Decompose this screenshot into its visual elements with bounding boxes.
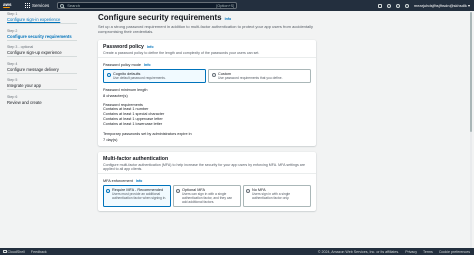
tile-content: Cognito defaults Use default password re… [113, 72, 166, 80]
card-body: MFA enforcement Info Require MFA - Recom… [98, 174, 316, 211]
search-placeholder: Search [67, 3, 80, 8]
tile-content: Require MFA - Recommended Users must pro… [112, 188, 168, 204]
main-content: Configure security requirements Info Set… [98, 13, 320, 211]
tile-description: Users must provide an additional authent… [112, 192, 167, 200]
card-title-text: Multi-factor authentication [103, 156, 169, 162]
tile-no-mfa[interactable]: No MFA Users sign in with a single authe… [243, 185, 311, 207]
tile-content: Custom Use password requirements that yo… [218, 72, 283, 80]
radio-unselected-icon[interactable] [212, 72, 216, 77]
temp-password-expiry-label: Temporary passwords set by administrator… [103, 132, 192, 136]
min-length-label: Password minimum length [103, 88, 148, 92]
search-icon [60, 3, 65, 8]
field-label: Password policy mode Info [103, 63, 311, 67]
card-body: Password policy mode Info Cognito defaul… [98, 58, 316, 146]
mfa-enforcement-label: MFA enforcement [103, 179, 133, 183]
console-footer: CloudShell Feedback © 2024, Amazon Web S… [0, 248, 474, 255]
card-title-text: Password policy [103, 44, 144, 50]
tile-description: Use password requirements that you defin… [218, 76, 283, 80]
card-subtitle: Create a password policy to define the l… [103, 51, 260, 55]
tile-description: Use default password requirements. [113, 76, 166, 80]
radio-selected-icon[interactable] [107, 72, 111, 77]
step-current: Configure security requirements [7, 33, 72, 39]
tile-content: No MFA Users sign in with a single authe… [252, 188, 308, 204]
search-shortcut: [Option+S] [216, 3, 235, 8]
mfa-enforcement-tiles: Require MFA - Recommended Users must pro… [103, 185, 311, 207]
mfa-card: Multi-factor authentication Configure mu… [98, 152, 316, 211]
settings-gear-icon[interactable] [404, 3, 409, 8]
footer-left: CloudShell Feedback [3, 249, 47, 254]
cloudshell-icon [3, 249, 7, 253]
step-link[interactable]: Configure sign-in experience [7, 17, 87, 22]
help-icon[interactable] [395, 3, 400, 8]
password-mode-info-link[interactable]: Info [144, 63, 151, 67]
tile-description: Users can sign in with a single authenti… [182, 192, 233, 204]
aws-logo-text: aws [3, 1, 12, 7]
step-6: Step 6 Review and create [7, 95, 87, 105]
page-description: Set up a strong password requirement in … [98, 24, 314, 34]
account-menu-button[interactable]: mearjuhdsjfhsjfhsdn@skhsdlk ▾ [414, 3, 470, 8]
step-divider [7, 72, 77, 73]
top-navigation: aws Services Search [Option+S] mearjuhds… [0, 0, 474, 11]
tile-optional-mfa[interactable]: Optional MFA Users can sign in with a si… [173, 185, 241, 207]
wizard-steps: Step 1 Configure sign-in experience Step… [7, 12, 87, 110]
radio-selected-icon[interactable] [106, 188, 110, 193]
aws-logo[interactable]: aws [3, 1, 15, 9]
step-title: Integrate your app [7, 83, 41, 88]
services-label: Services [32, 3, 50, 8]
aws-smile-icon [3, 7, 10, 9]
page-scrollbar-thumb[interactable] [470, 12, 472, 132]
field-label: MFA enforcement Info [103, 179, 311, 183]
card-header: Multi-factor authentication Configure mu… [98, 152, 316, 174]
notifications-bell-icon[interactable] [386, 3, 391, 8]
cloudshell-icon[interactable] [377, 3, 382, 8]
step-title: Configure message delivery [7, 66, 59, 72]
step-divider [7, 89, 77, 90]
nav-right-controls: mearjuhdsjfhsjfhsdn@skhsdlk ▾ [377, 0, 470, 11]
radio-unselected-icon[interactable] [246, 188, 250, 193]
step-divider [7, 23, 77, 24]
step-5: Step 5 Integrate your app [7, 78, 87, 90]
step-title: Review and create [7, 99, 42, 105]
radio-unselected-icon[interactable] [176, 188, 180, 193]
privacy-link[interactable]: Privacy [405, 250, 417, 254]
card-subtitle: Configure multi-factor authentication (M… [103, 163, 305, 171]
password-mode-label: Password policy mode [103, 63, 141, 67]
tile-require-mfa[interactable]: Require MFA - Recommended Users must pro… [103, 185, 171, 207]
step-divider [7, 56, 77, 57]
password-policy-card: Password policy Info Create a password p… [98, 40, 316, 146]
password-policy-info-link[interactable]: Info [147, 45, 154, 49]
services-menu-button[interactable]: Services [25, 3, 49, 8]
page-info-link[interactable]: Info [225, 17, 232, 21]
step-title: Configure sign-up experience [7, 50, 62, 55]
temp-password-expiry-value: 7 day(s) [103, 137, 118, 142]
step-4: Step 4 Configure message delivery [7, 62, 87, 73]
footer-right: © 2024, Amazon Web Services, Inc. or its… [318, 250, 470, 254]
step-3: Step 3 - optional Configure sign-up expe… [7, 45, 87, 57]
cookie-preferences-link[interactable]: Cookie preferences [439, 250, 470, 254]
step-2: Step 2 Configure security requirements [7, 29, 87, 40]
feedback-link[interactable]: Feedback [31, 250, 47, 254]
mfa-enforcement-info-link[interactable]: Info [136, 179, 143, 183]
page-title-text: Configure security requirements [98, 13, 222, 22]
copyright-text: © 2024, Amazon Web Services, Inc. or its… [317, 249, 400, 254]
password-mode-tiles: Cognito defaults Use default password re… [103, 69, 311, 83]
tile-content: Optional MFA Users can sign in with a si… [182, 188, 238, 204]
services-grid-icon [25, 3, 30, 8]
step-1: Step 1 Configure sign-in experience [7, 12, 87, 24]
tile-custom[interactable]: Custom Use password requirements that yo… [208, 69, 311, 83]
card-header: Password policy Info Create a password p… [98, 40, 316, 58]
card-title: Password policy Info [103, 44, 311, 50]
tile-description: Users sign in with a single authenticati… [252, 192, 291, 200]
terms-link[interactable]: Terms [423, 250, 433, 254]
search-input[interactable]: Search [Option+S] [57, 2, 238, 9]
cloudshell-label: CloudShell [7, 249, 25, 254]
step-divider [7, 39, 77, 40]
page-title: Configure security requirements Info [98, 13, 320, 22]
tile-cognito-defaults[interactable]: Cognito defaults Use default password re… [103, 69, 206, 83]
card-title: Multi-factor authentication [103, 156, 311, 162]
cloudshell-button[interactable]: CloudShell [3, 249, 25, 254]
